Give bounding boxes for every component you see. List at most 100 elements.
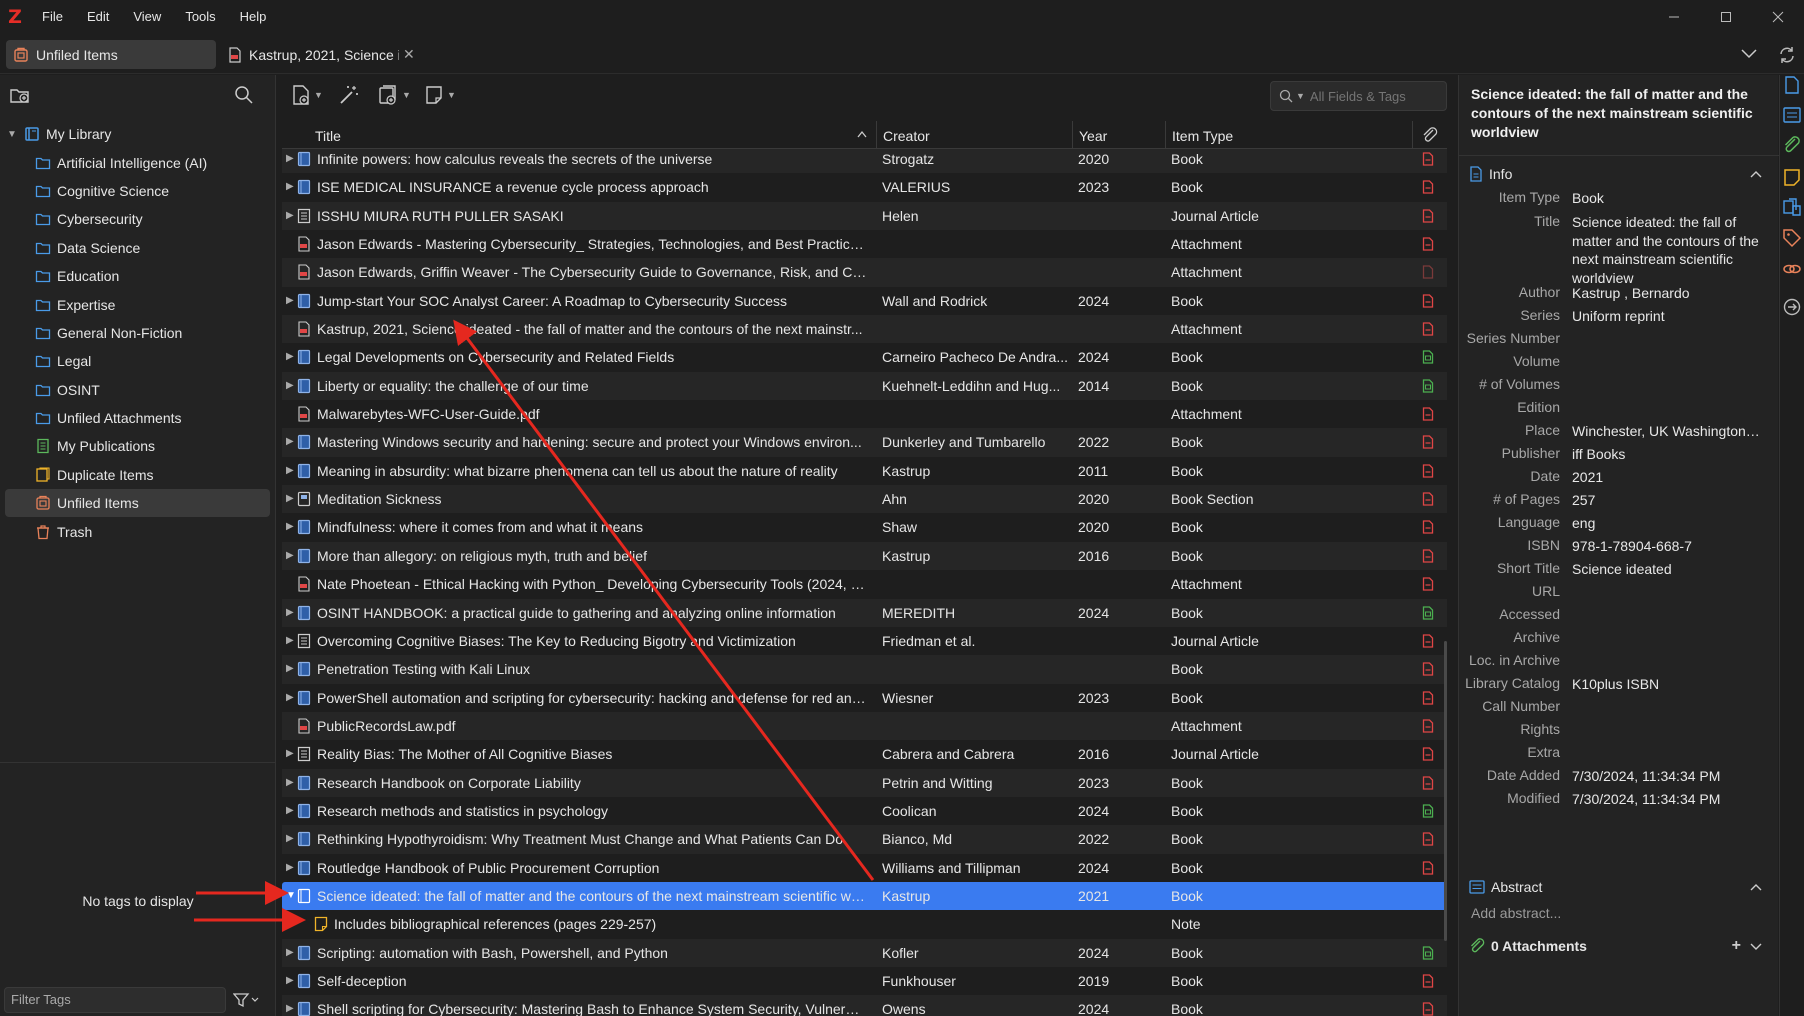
pdf-attachment-icon[interactable] [1422, 747, 1434, 761]
field-value[interactable]: K10plus ISBN [1572, 675, 1762, 694]
chevron-right-icon[interactable]: ▶ [286, 975, 294, 986]
sidenav-locate-button[interactable] [1782, 297, 1802, 317]
table-row[interactable]: ▶ Legal Developments on Cybersecurity and… [282, 343, 1447, 371]
pdf-attachment-icon[interactable] [1422, 520, 1434, 535]
epub-attachment-icon[interactable] [1422, 605, 1434, 620]
table-row[interactable]: ▶ Reality Bias: The Mother of All Cogniti… [282, 740, 1447, 768]
chevron-right-icon[interactable]: ▶ [286, 521, 294, 532]
chevron-right-icon[interactable]: ▶ [286, 663, 294, 674]
chevron-right-icon[interactable]: ▶ [286, 181, 294, 192]
chevron-up-icon[interactable] [1749, 169, 1763, 179]
table-row[interactable]: ▼ Science ideated: the fall of matter and… [282, 881, 1447, 911]
pdf-attachment-icon[interactable] [1422, 237, 1434, 251]
sidenav-attachments-button[interactable] [1782, 135, 1802, 155]
chevron-right-icon[interactable]: ▶ [286, 493, 294, 504]
items-scrollbar[interactable] [1444, 641, 1447, 941]
menu-help[interactable]: Help [228, 0, 279, 34]
add-attachment-icon[interactable]: + [1732, 937, 1741, 955]
collection-item[interactable]: Unfiled Attachments [0, 404, 276, 432]
field-value[interactable]: 978-1-78904-668-7 [1572, 537, 1762, 556]
chevron-right-icon[interactable]: ▶ [286, 295, 294, 306]
chevron-right-icon[interactable]: ▶ [286, 153, 294, 164]
sync-button[interactable] [1776, 44, 1798, 66]
chevron-right-icon[interactable]: ▶ [286, 465, 294, 476]
pdf-attachment-icon[interactable] [1422, 180, 1434, 194]
field-value[interactable]: Winchester, UK Washington, ... [1572, 422, 1762, 441]
search-box[interactable]: ▼ [1270, 81, 1447, 111]
collection-item[interactable]: Unfiled Items [5, 489, 270, 518]
field-value[interactable]: Science ideated: the fall of matter and … [1572, 213, 1762, 287]
table-row[interactable]: ▶ Jump-start Your SOC Analyst Career: A R… [282, 287, 1447, 315]
chevron-right-icon[interactable]: ▶ [286, 436, 294, 447]
collection-item[interactable]: Artificial Intelligence (AI) [0, 148, 276, 176]
column-header-creator[interactable]: Creator [876, 121, 1072, 149]
table-row[interactable]: ▶ Liberty or equality: the challenge of o… [282, 371, 1447, 401]
field-value[interactable]: Kastrup , Bernardo [1572, 284, 1762, 303]
epub-attachment-icon[interactable] [1422, 804, 1434, 818]
epub-attachment-icon[interactable] [1422, 379, 1434, 393]
table-row[interactable]: ▶ Research Handbook on Corporate Liabilit… [282, 768, 1447, 797]
field-value[interactable]: iff Books [1572, 445, 1762, 464]
field-value[interactable]: Science ideated [1572, 560, 1762, 579]
collection-item[interactable]: Legal [0, 347, 276, 375]
chevron-right-icon[interactable]: ▶ [286, 351, 294, 362]
pdf-attachment-icon[interactable] [1422, 492, 1434, 506]
pdf-attachment-icon[interactable] [1422, 294, 1434, 308]
tab-library[interactable]: Unfiled Items [6, 40, 216, 69]
menu-edit[interactable]: Edit [75, 0, 121, 34]
table-row[interactable]: ▶ OSINT HANDBOOK: a practical guide to ga… [282, 598, 1447, 627]
field-value[interactable]: 2021 [1572, 468, 1762, 487]
pdf-attachment-icon[interactable] [1422, 152, 1434, 166]
tag-filter-input[interactable]: Filter Tags [4, 987, 226, 1013]
sidenav-info-button[interactable] [1782, 75, 1802, 95]
pdf-attachment-icon[interactable] [1422, 634, 1434, 648]
chevron-down-icon[interactable]: ▼ [7, 129, 19, 140]
table-row[interactable]: Includes bibliographical references (pag… [282, 910, 1447, 938]
chevron-right-icon[interactable]: ▶ [286, 748, 294, 759]
field-value[interactable]: 7/30/2024, 11:34:34 PM [1572, 767, 1762, 786]
pdf-attachment-icon[interactable] [1422, 209, 1434, 223]
table-row[interactable]: ▶ Shell scripting for Cybersecurity: Mast… [282, 995, 1447, 1016]
table-row[interactable]: ▶ Meditation Sickness Ahn 2020 Book Section [282, 485, 1447, 514]
pdf-attachment-icon[interactable] [1422, 549, 1434, 563]
chevron-right-icon[interactable]: ▶ [286, 862, 294, 873]
chevron-right-icon[interactable]: ▶ [286, 777, 294, 788]
collection-item[interactable]: Cybersecurity [0, 205, 276, 233]
abstract-input[interactable]: Add abstract... [1471, 905, 1561, 921]
collection-item[interactable]: General Non-Fiction [0, 319, 276, 347]
minimize-button[interactable] [1648, 0, 1700, 34]
collection-item[interactable]: Education [0, 262, 276, 290]
add-attachment-button[interactable]: ▼ [377, 84, 411, 106]
table-row[interactable]: ▶ Self-deception Funkhouser 2019 Book [282, 967, 1447, 995]
field-value[interactable]: Uniform reprint [1572, 307, 1762, 326]
chevron-down-icon[interactable]: ▼ [286, 890, 296, 901]
table-row[interactable]: ▶ PowerShell automation and scripting for… [282, 684, 1447, 712]
collection-item[interactable]: My Publications [0, 432, 276, 460]
add-by-identifier-button[interactable] [338, 84, 360, 106]
close-window-button[interactable] [1752, 0, 1804, 34]
pdf-attachment-icon[interactable] [1422, 322, 1434, 336]
new-item-button[interactable]: ▼ [291, 84, 323, 106]
pdf-attachment-icon[interactable] [1422, 435, 1434, 450]
sidenav-libraries-button[interactable] [1782, 197, 1802, 217]
table-row[interactable]: Jason Edwards, Griffin Weaver - The Cybe… [282, 258, 1447, 287]
table-row[interactable]: ▶ Overcoming Cognitive Biases: The Key to… [282, 627, 1447, 655]
column-header-year[interactable]: Year [1072, 121, 1165, 149]
pdf-attachment-icon[interactable] [1422, 662, 1434, 676]
table-row[interactable]: ▶ More than allegory: on religious myth, … [282, 541, 1447, 571]
chevron-right-icon[interactable]: ▶ [286, 805, 294, 816]
chevron-right-icon[interactable]: ▶ [286, 550, 294, 561]
table-row[interactable]: ▶ ISE MEDICAL INSURANCE a revenue cycle p… [282, 173, 1447, 201]
pdf-attachment-icon[interactable] [1422, 464, 1434, 478]
menu-tools[interactable]: Tools [173, 0, 227, 34]
attachments-section-header[interactable]: 0 Attachments + [1469, 934, 1769, 958]
chevron-right-icon[interactable]: ▶ [286, 380, 294, 391]
pdf-attachment-icon[interactable] [1422, 690, 1434, 705]
table-row[interactable]: ▶ Scripting: automation with Bash, Powers… [282, 938, 1447, 967]
abstract-section-header[interactable]: Abstract [1469, 875, 1769, 899]
chevron-right-icon[interactable]: ▶ [286, 1003, 294, 1014]
pdf-attachment-icon[interactable] [1422, 832, 1434, 846]
search-input[interactable] [1309, 88, 1440, 104]
pdf-attachment-icon[interactable] [1422, 775, 1434, 790]
new-collection-button[interactable] [9, 85, 31, 105]
